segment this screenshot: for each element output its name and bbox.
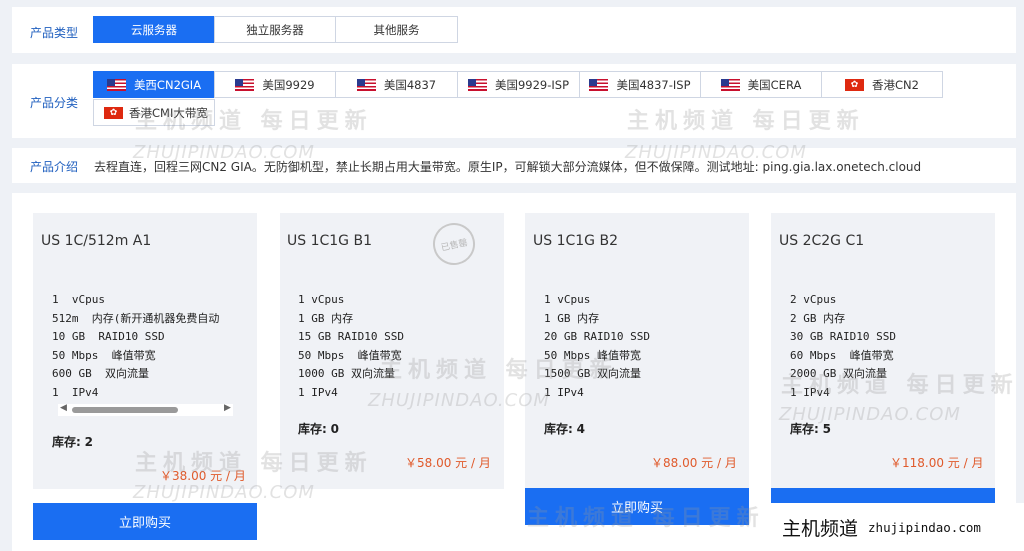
stock-info: 库存: 2 xyxy=(52,433,93,450)
spec-cpu: 1 vCpus xyxy=(298,293,345,306)
product-type-panel: 产品类型 云服务器 独立服务器 其他服务 xyxy=(12,7,1016,53)
plan-specs: 2 vCpus 2 GB 内存 30 GB RAID10 SSD 60 Mbps 峰值… xyxy=(790,291,896,403)
product-intro-panel: 产品介绍 去程直连，回程三网CN2 GIA。无防御机型，禁止长期占用大量带宽。原… xyxy=(12,148,1016,183)
stock-info: 库存: 4 xyxy=(544,420,585,437)
tab-us-9929-isp[interactable]: 美国9929-ISP xyxy=(457,71,580,98)
stock-label: 库存: xyxy=(52,435,81,449)
buy-button-label: 立即购买 xyxy=(118,516,171,531)
tab-us-cera[interactable]: 美国CERA xyxy=(700,71,822,98)
stock-value: 5 xyxy=(822,422,831,436)
spec-cpu: 1 vCpus xyxy=(52,293,105,306)
plan-title: US 1C1G B1 xyxy=(287,233,372,249)
tab-us-4837[interactable]: 美国4837 xyxy=(335,71,458,98)
tab-label: 云服务器 xyxy=(131,22,177,37)
hk-flag-icon xyxy=(845,77,865,93)
stock-label: 库存: xyxy=(298,422,327,436)
plan-specs: 1 vCpus 1 GB 内存 15 GB RAID10 SSD 50 Mbps 峰值… xyxy=(298,291,404,403)
spec-bandwidth: 50 Mbps 峰值带宽 xyxy=(544,348,641,362)
tab-label: 其他服务 xyxy=(373,22,420,37)
tab-us-4837-isp[interactable]: 美国4837-ISP xyxy=(579,71,701,98)
spec-memory: 1 GB 内存 xyxy=(544,311,600,325)
plan-price: ￥118.00 元 / 月 xyxy=(890,456,984,470)
tab-other-services[interactable]: 其他服务 xyxy=(335,16,458,43)
spec-memory: 512m 内存(新开通机器免费自动 xyxy=(52,311,220,325)
us-flag-icon xyxy=(235,78,255,91)
tab-hk-cmi[interactable]: 香港CMI大带宽 xyxy=(93,99,215,126)
buy-button-partial[interactable] xyxy=(771,488,995,503)
plan-title: US 1C/512m A1 xyxy=(41,233,152,249)
spec-disk: 10 GB RAID10 SSD xyxy=(52,330,165,344)
spec-bandwidth: 50 Mbps 峰值带宽 xyxy=(52,348,156,362)
product-intro-text: 去程直连，回程三网CN2 GIA。无防御机型，禁止长期占用大量带宽。原生IP，可… xyxy=(94,160,922,174)
product-category-panel: 产品分类 美西CN2GIA 美国9929 美国4837 美国9929-ISP 美… xyxy=(12,64,1016,138)
spec-traffic: 1000 GB 双向流量 xyxy=(298,367,395,381)
stock-info: 库存: 5 xyxy=(790,420,831,437)
site-url: zhujipindao.com xyxy=(868,519,981,535)
spec-disk: 15 GB RAID10 SSD xyxy=(298,330,404,344)
us-flag-icon xyxy=(467,78,487,91)
horizontal-scrollbar[interactable]: ◀ ▶ xyxy=(58,403,233,416)
spec-ipv4: 1 IPv4 xyxy=(790,385,830,399)
scroll-left-arrow-icon[interactable]: ◀ xyxy=(60,403,67,413)
product-category-label: 产品分类 xyxy=(30,96,79,110)
plan-title: US 2C2G C1 xyxy=(779,233,865,249)
spec-ipv4: 1 IPv4 xyxy=(544,385,584,399)
tab-us-west-cn2gia[interactable]: 美西CN2GIA xyxy=(93,71,215,98)
plan-specs: 1 vCpus 1 GB 内存 20 GB RAID10 SSD 50 Mbps 峰值… xyxy=(544,291,650,403)
spec-disk: 30 GB RAID10 SSD xyxy=(790,330,896,344)
spec-memory: 2 GB 内存 xyxy=(790,311,846,325)
us-flag-icon xyxy=(356,78,376,91)
product-intro-label: 产品介绍 xyxy=(30,160,79,174)
spec-traffic: 600 GB 双向流量 xyxy=(52,367,149,381)
plan-price: ￥38.00 元 / 月 xyxy=(160,469,246,483)
us-flag-icon xyxy=(106,78,126,91)
stock-label: 库存: xyxy=(790,422,819,436)
site-badge: 主机频道 zhujipindao.com xyxy=(765,503,1024,551)
us-flag-icon xyxy=(589,78,609,91)
spec-cpu: 2 vCpus xyxy=(790,293,837,306)
stock-value: 0 xyxy=(330,422,339,436)
spec-bandwidth: 50 Mbps 峰值带宽 xyxy=(298,348,402,362)
plan-price: ￥58.00 元 / 月 xyxy=(405,456,491,470)
tab-label: 美国9929-ISP xyxy=(494,77,570,92)
spec-ipv4: 1 IPv4 xyxy=(52,385,99,399)
tab-label: 香港CMI大带宽 xyxy=(129,105,208,120)
spec-traffic: 1500 GB 双向流量 xyxy=(544,367,641,381)
plan-title: US 1C1G B2 xyxy=(533,233,618,249)
site-name: 主机频道 xyxy=(782,517,859,540)
spec-disk: 20 GB RAID10 SSD xyxy=(544,330,650,344)
buy-button[interactable]: 立即购买 xyxy=(525,488,749,525)
plan-specs: 1 vCpus 512m 内存(新开通机器免费自动 10 GB RAID10 SSD… xyxy=(52,291,219,403)
scroll-right-arrow-icon[interactable]: ▶ xyxy=(224,403,231,413)
plan-price: ￥88.00 元 / 月 xyxy=(651,456,737,470)
tab-label: 美国CERA xyxy=(747,77,802,92)
tab-cloud-server[interactable]: 云服务器 xyxy=(93,16,215,43)
tab-label: 美国4837 xyxy=(383,77,437,92)
scroll-thumb[interactable] xyxy=(72,407,178,413)
tab-label: 独立服务器 xyxy=(246,22,304,37)
spec-traffic: 2000 GB 双向流量 xyxy=(790,367,887,381)
product-type-label: 产品类型 xyxy=(30,26,79,40)
sold-out-label: 已售罄 xyxy=(440,237,469,254)
spec-bandwidth: 60 Mbps 峰值带宽 xyxy=(790,348,894,362)
stock-value: 2 xyxy=(84,435,93,449)
stock-value: 4 xyxy=(576,422,585,436)
tab-us-9929[interactable]: 美国9929 xyxy=(214,71,336,98)
stock-info: 库存: 0 xyxy=(298,420,339,437)
tab-hk-cn2[interactable]: 香港CN2 xyxy=(821,71,943,98)
spec-memory: 1 GB 内存 xyxy=(298,311,354,325)
tab-label: 香港CN2 xyxy=(872,77,919,92)
tab-dedicated-server[interactable]: 独立服务器 xyxy=(214,16,336,43)
tab-label: 美国9929 xyxy=(262,77,315,92)
stock-label: 库存: xyxy=(544,422,573,436)
spec-ipv4: 1 IPv4 xyxy=(298,385,338,399)
spec-cpu: 1 vCpus xyxy=(544,293,591,306)
tab-label: 美西CN2GIA xyxy=(133,77,202,92)
hk-flag-icon xyxy=(104,105,123,121)
tab-label: 美国4837-ISP xyxy=(616,77,691,92)
buy-button-label: 立即购买 xyxy=(610,501,663,516)
buy-button[interactable]: 立即购买 xyxy=(33,503,257,540)
us-flag-icon xyxy=(720,78,740,91)
